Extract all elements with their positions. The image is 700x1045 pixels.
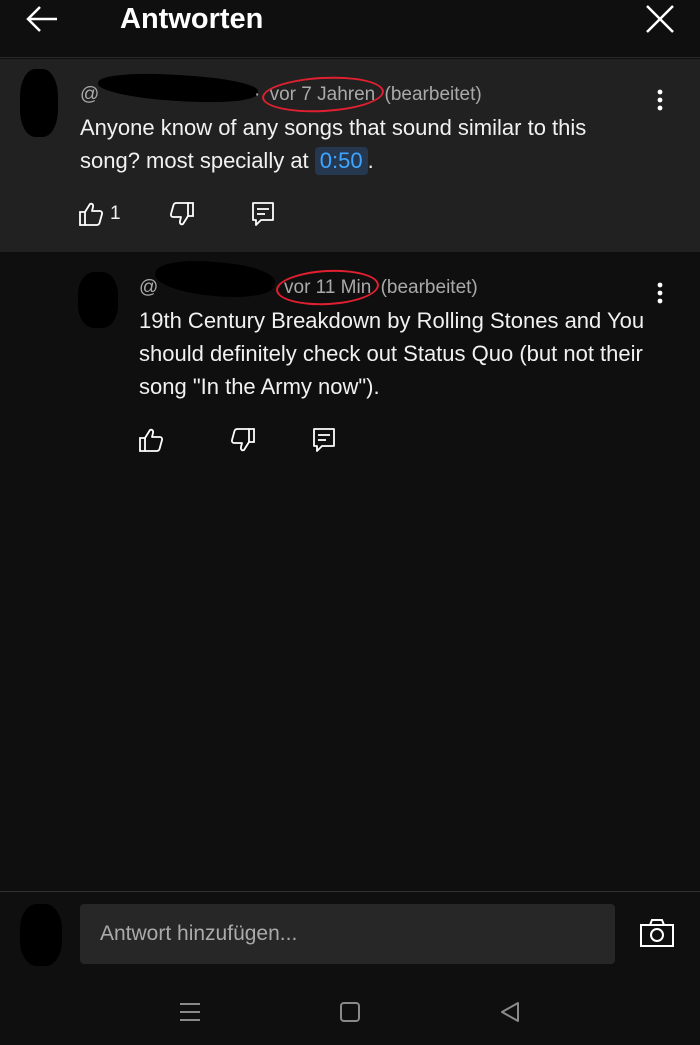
back-nav-button[interactable] <box>493 997 527 1027</box>
back-button[interactable] <box>22 3 62 35</box>
reply-reply-button[interactable] <box>312 424 336 456</box>
home-square-icon <box>340 1002 360 1022</box>
separator-dot: · <box>254 84 261 105</box>
avatar[interactable] <box>20 69 58 137</box>
comment-timestamp: vor 7 Jahren <box>266 83 380 107</box>
triangle-back-icon <box>501 1002 519 1022</box>
thumbs-up-icon <box>139 428 164 452</box>
system-nav-bar <box>0 981 700 1045</box>
more-options-button[interactable] <box>650 85 670 115</box>
reply-meta: @ <box>139 276 158 300</box>
own-avatar <box>20 904 62 966</box>
reply-dislike-button[interactable] <box>230 424 256 456</box>
comment-body-end: . <box>367 148 374 173</box>
reply-author-handle[interactable]: @ <box>139 277 158 298</box>
reply-input-bar: Antwort hinzufügen... <box>0 891 700 981</box>
recents-button[interactable] <box>173 997 207 1027</box>
author-handle[interactable]: @ <box>80 84 99 105</box>
more-vert-icon <box>657 282 663 304</box>
redacted-handle <box>97 69 259 107</box>
comment-time-line: · vor 7 Jahren (bearbeitet) <box>254 83 482 107</box>
comment-text: Anyone know of any songs that sound simi… <box>80 111 650 177</box>
thumbs-down-icon <box>169 202 194 226</box>
parent-comment: @ · vor 7 Jahren (bearbeitet) Anyone kno… <box>0 59 700 252</box>
reply-actions <box>138 424 336 456</box>
camera-button[interactable] <box>638 916 676 950</box>
comment-icon <box>313 428 335 452</box>
page-title: Antworten <box>120 3 264 35</box>
camera-icon <box>640 919 674 947</box>
video-timestamp-link[interactable]: 0:50 <box>314 147 368 175</box>
reply-time-line: vor 11 Min (bearbeitet) <box>280 276 478 300</box>
close-icon <box>646 5 674 33</box>
reply-edited-label: (bearbeitet) <box>380 277 478 298</box>
redacted-handle <box>153 255 277 303</box>
reply-comment: @ vor 11 Min (bearbeitet) 19th Century B… <box>0 252 700 482</box>
more-vert-icon <box>657 89 663 111</box>
reply-more-options-button[interactable] <box>650 278 670 308</box>
reply-button[interactable] <box>251 198 275 230</box>
arrow-left-icon <box>26 6 57 32</box>
like-button[interactable]: 1 <box>78 198 121 230</box>
reply-input[interactable]: Antwort hinzufügen... <box>80 904 615 964</box>
reply-avatar[interactable] <box>78 272 118 328</box>
close-button[interactable] <box>642 3 678 35</box>
comment-icon <box>251 202 274 226</box>
reply-timestamp: vor 11 Min <box>280 276 375 300</box>
thumbs-up-icon <box>79 202 104 226</box>
dislike-button[interactable] <box>169 198 195 230</box>
reply-text: 19th Century Breakdown by Rolling Stones… <box>139 308 645 399</box>
reply-like-button[interactable] <box>138 424 164 456</box>
thumbs-down-icon <box>230 428 255 452</box>
edited-label: (bearbeitet) <box>384 84 482 105</box>
header: Antworten <box>0 0 700 58</box>
comment-meta: @ <box>80 83 99 107</box>
menu-icon <box>180 1003 200 1021</box>
comment-actions: 1 <box>78 198 275 230</box>
home-button[interactable] <box>333 997 367 1027</box>
like-count: 1 <box>110 203 121 224</box>
